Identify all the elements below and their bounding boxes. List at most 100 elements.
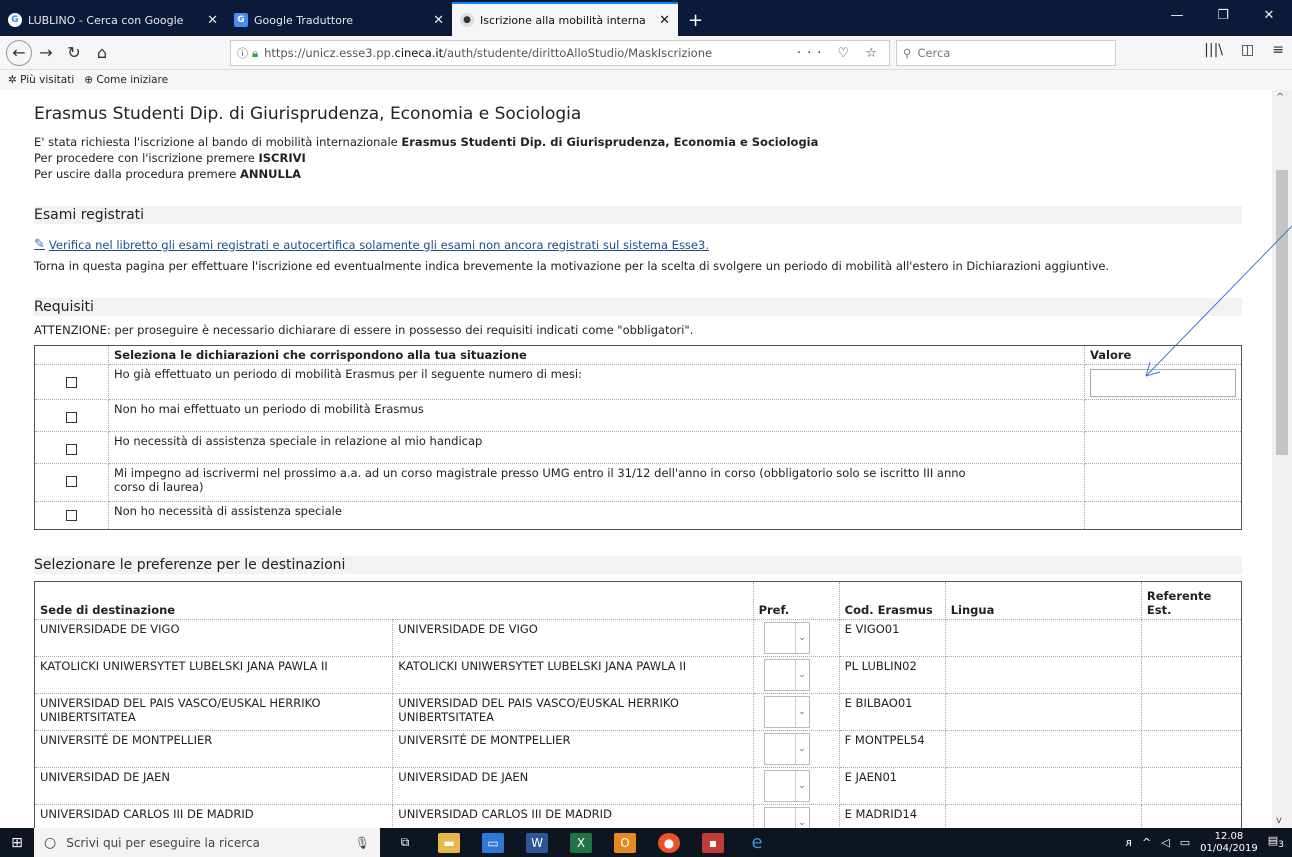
system-tray: ᴙ ^ ◁ ▭ 12.08 01/04/2019 ▤3 (1125, 828, 1292, 857)
dest-header-cod: Cod. Erasmus (838, 581, 946, 620)
site-icon: ● (460, 13, 474, 27)
firefox-icon[interactable]: ● (658, 832, 680, 853)
edge-icon[interactable]: e (746, 832, 768, 853)
pref-select[interactable]: ⌄ (763, 733, 810, 765)
table-row: Non ho mai effettuato un periodo di mobi… (34, 399, 1242, 432)
pref-select[interactable]: ⌄ (763, 622, 810, 654)
windows-start-icon[interactable]: ⊞ (0, 828, 34, 857)
scrollbar-thumb[interactable] (1276, 170, 1288, 455)
close-icon[interactable]: ✕ (207, 13, 218, 28)
pen-icon: ✎ (34, 237, 45, 252)
forward-icon[interactable]: → (32, 39, 60, 67)
close-icon[interactable]: ✕ (659, 13, 670, 28)
close-icon[interactable]: ✕ (433, 13, 444, 28)
volume-icon[interactable]: ◁ (1161, 836, 1169, 849)
intro-text: E' stata richiesta l'iscrizione al bando… (34, 135, 819, 181)
explorer-icon[interactable]: ▬ (438, 832, 460, 853)
tab-bar: G LUBLINO - Cerca con Google ✕ G Google … (0, 0, 1292, 36)
pref-select[interactable]: ⌄ (763, 659, 810, 691)
pref-select[interactable]: ⌄ (763, 696, 810, 728)
checkbox[interactable] (66, 377, 77, 388)
checkbox[interactable] (66, 444, 77, 455)
word-icon[interactable]: W (526, 832, 548, 853)
minimize-icon[interactable]: — (1154, 0, 1200, 30)
tab-label: LUBLINO - Cerca con Google (28, 13, 184, 27)
exams-note: Torna in questa pagina per effettuare l'… (34, 259, 1110, 273)
tab-label: Iscrizione alla mobilità interna (480, 13, 646, 27)
tab-label: Google Traduttore (254, 13, 354, 27)
info-icon[interactable]: ⓘ (237, 45, 248, 61)
store-icon[interactable]: ▭ (482, 832, 504, 853)
bookmark-most-visited[interactable]: ✲ Più visitati (8, 74, 74, 86)
req-header-value: Valore (1084, 345, 1242, 365)
notification-icon[interactable]: ▤3 (1268, 834, 1284, 850)
checkbox[interactable] (66, 510, 77, 521)
window-controls: — ❐ ✕ (1154, 0, 1292, 30)
table-row: UNIVERSIDAD DE JAEN UNIVERSIDAD DE JAEN … (33, 767, 1243, 805)
months-input[interactable] (1090, 369, 1236, 397)
microphone-icon[interactable]: 🎙︎ (355, 836, 370, 850)
page-content: Erasmus Studenti Dip. di Giurisprudenza,… (0, 90, 1272, 828)
toolbar-right: |||\ ◫ ≡ (1204, 42, 1284, 58)
pref-select[interactable]: ⌄ (763, 770, 810, 802)
network-icon[interactable]: ▭ (1180, 836, 1190, 849)
cortana-icon: ○ (44, 834, 57, 851)
requirements-table: Seleziona le dichiarazioni che corrispon… (34, 345, 1242, 530)
destinations-table: Sede di destinazione Pref. Cod. Erasmus … (33, 581, 1243, 828)
chevron-down-icon: ⌄ (794, 734, 809, 764)
scroll-down-icon[interactable]: v (1276, 815, 1282, 826)
dest-header-ref: Referente Est. (1140, 581, 1243, 620)
table-row: UNIVERSIDAD DEL PAIS VASCO/EUSKAL HERRIK… (33, 693, 1243, 731)
media-icon[interactable]: ▪ (702, 832, 724, 853)
new-tab-button[interactable]: + (678, 4, 713, 36)
exams-link[interactable]: ✎ Verifica nel libretto gli esami regist… (34, 237, 709, 252)
table-row: UNIVERSIDADE DE VIGO UNIVERSIDADE DE VIG… (33, 619, 1243, 657)
table-row: Ho già effettuato un periodo di mobilità… (34, 364, 1242, 400)
checkbox[interactable] (66, 476, 77, 487)
library-icon[interactable]: |||\ (1204, 42, 1223, 58)
lock-icon: 🔒︎ (252, 45, 259, 60)
chevron-down-icon: ⌄ (794, 623, 809, 653)
table-row: KATOLICKI UNIWERSYTET LUBELSKI JANA PAWL… (33, 656, 1243, 694)
outlook-icon[interactable]: O (614, 832, 636, 853)
restore-icon[interactable]: ❐ (1200, 0, 1246, 30)
clock[interactable]: 12.08 01/04/2019 (1200, 831, 1258, 855)
tab-google-translate[interactable]: G Google Traduttore ✕ (226, 4, 452, 36)
page-actions-icon[interactable]: ··· ♡ ☆ (797, 46, 883, 61)
people-icon[interactable]: ᴙ (1125, 836, 1132, 849)
checkbox[interactable] (66, 412, 77, 423)
back-icon[interactable]: ← (6, 39, 32, 66)
home-icon[interactable]: ⌂ (88, 39, 116, 67)
tray-chevron-icon[interactable]: ^ (1142, 836, 1151, 849)
sidebar-icon[interactable]: ◫ (1241, 42, 1254, 58)
tab-google-search[interactable]: G LUBLINO - Cerca con Google ✕ (0, 4, 226, 36)
scroll-up-icon[interactable]: ^ (1276, 92, 1284, 103)
url-bar[interactable]: ⓘ 🔒︎ https://unicz.esse3.pp.cineca.it/au… (230, 40, 890, 66)
tab-iscrizione[interactable]: ● Iscrizione alla mobilità interna ✕ (452, 2, 678, 36)
table-row: Non ho necessità di assistenza speciale (34, 501, 1242, 530)
bookmark-getting-started[interactable]: ⊕ Come iniziare (84, 74, 168, 86)
menu-icon[interactable]: ≡ (1272, 42, 1284, 58)
table-row: UNIVERSIDAD CARLOS III DE MADRID UNIVERS… (33, 804, 1243, 828)
url-text: https://unicz.esse3.pp.cineca.it/auth/st… (264, 46, 713, 60)
section-destinations: Selezionare le preferenze per le destina… (34, 556, 1242, 574)
search-placeholder: Cerca (917, 46, 951, 60)
section-exams: Esami registrati (34, 206, 1242, 224)
close-window-icon[interactable]: ✕ (1246, 0, 1292, 30)
chevron-down-icon: ⌄ (794, 660, 809, 690)
page-scrollbar[interactable]: ^ v (1272, 90, 1292, 828)
dest-header-sede: Sede di destinazione (34, 581, 754, 620)
search-icon: ⚲ (903, 46, 912, 60)
table-row: Ho necessità di assistenza speciale in r… (34, 431, 1242, 464)
chevron-down-icon: ⌄ (794, 808, 809, 828)
pref-select[interactable]: ⌄ (763, 807, 810, 828)
chevron-down-icon: ⌄ (794, 771, 809, 801)
nav-bar: ← → ↻ ⌂ ⓘ 🔒︎ https://unicz.esse3.pp.cine… (0, 36, 1292, 70)
requirements-warning: ATTENZIONE: per proseguire è necessario … (34, 323, 694, 337)
taskbar-search[interactable]: ○ Scrivi qui per eseguire la ricerca 🎙︎ (34, 828, 380, 857)
task-view-icon[interactable]: ⧉ (394, 833, 416, 853)
google-icon: G (8, 13, 22, 27)
excel-icon[interactable]: X (570, 832, 592, 853)
search-bar[interactable]: ⚲ Cerca (896, 40, 1116, 66)
reload-icon[interactable]: ↻ (60, 39, 88, 67)
